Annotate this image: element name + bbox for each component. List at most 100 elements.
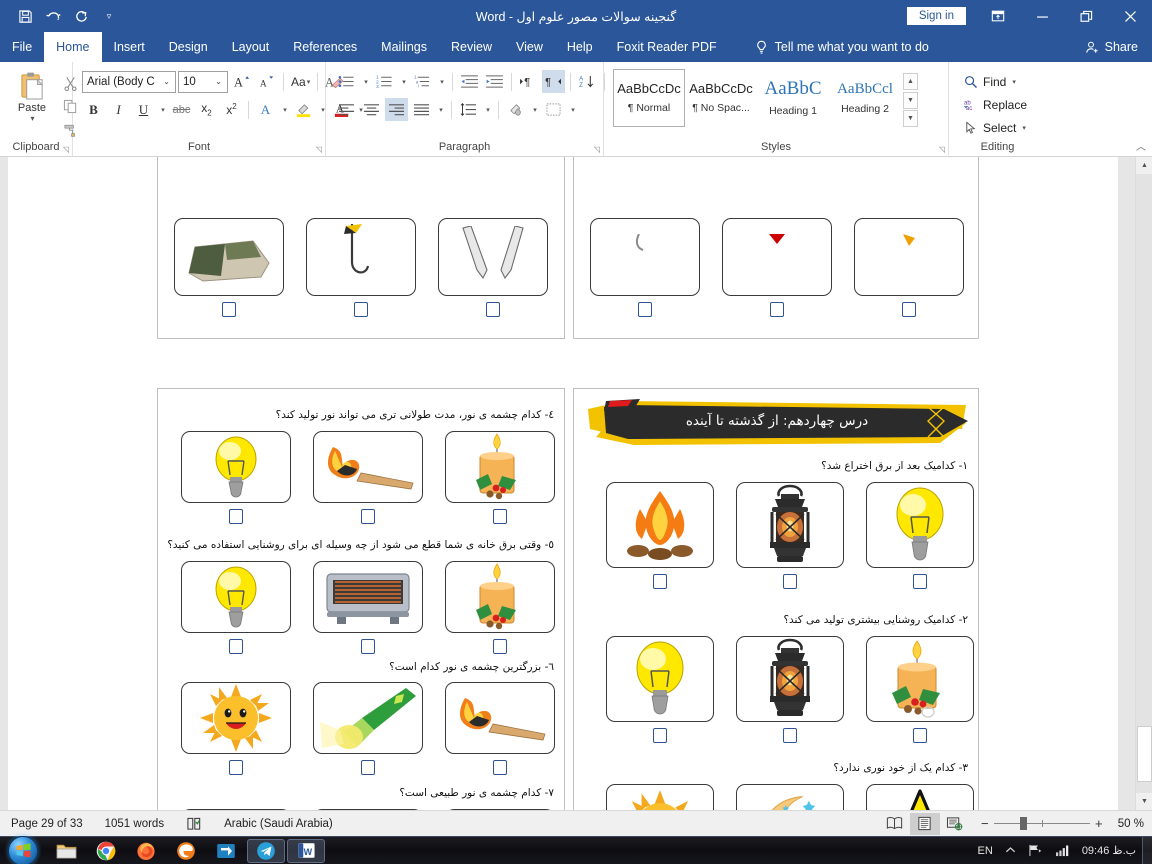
zoom-level-label[interactable]: 50 % [1114, 818, 1152, 830]
line-spacing-icon[interactable] [457, 98, 480, 121]
scrollbar-track[interactable] [1136, 174, 1152, 793]
share-button[interactable]: Share [1071, 32, 1152, 62]
bullets-dropdown-icon[interactable]: ▾ [360, 70, 371, 93]
telegram-icon[interactable] [247, 838, 285, 863]
answer-checkbox[interactable] [229, 760, 243, 775]
numbering-icon[interactable]: 123 [373, 70, 396, 93]
idm-icon[interactable] [207, 839, 245, 863]
borders-icon[interactable] [542, 98, 565, 121]
borders-dropdown-icon[interactable]: ▾ [567, 98, 578, 121]
tab-file[interactable]: File [0, 32, 44, 62]
align-center-icon[interactable] [360, 98, 383, 121]
answer-checkbox[interactable] [222, 302, 236, 317]
answer-checkbox[interactable] [229, 639, 243, 654]
scrollbar-thumb[interactable] [1137, 726, 1152, 782]
paste-button[interactable]: Paste ▾ [9, 69, 55, 139]
tab-design[interactable]: Design [157, 32, 220, 62]
bold-button[interactable]: B [82, 98, 105, 121]
page-indicator[interactable]: Page 29 of 33 [0, 811, 94, 837]
zoom-slider[interactable]: − + [976, 816, 1108, 831]
find-dropdown-icon[interactable]: ▾ [1012, 78, 1016, 86]
select-button[interactable]: Select ▾ [962, 117, 1033, 138]
firefox-icon[interactable] [127, 839, 165, 863]
replace-button[interactable]: ab ac Replace [962, 94, 1033, 115]
word-icon[interactable]: W [287, 838, 325, 863]
shrink-font-icon[interactable]: A [255, 70, 278, 93]
answer-checkbox[interactable] [361, 760, 375, 775]
tab-references[interactable]: References [281, 32, 369, 62]
decrease-indent-icon[interactable] [458, 70, 481, 93]
tab-home[interactable]: Home [44, 32, 102, 62]
numbering-dropdown-icon[interactable]: ▾ [398, 70, 409, 93]
style-heading-1[interactable]: AaBbC Heading 1 [757, 69, 829, 127]
answer-checkbox[interactable] [354, 302, 368, 317]
zoom-track[interactable] [993, 817, 1090, 830]
styles-dialog-launcher[interactable]: ◹ [939, 145, 945, 154]
font-size-input[interactable]: 10 ⌄ [178, 70, 228, 93]
answer-checkbox[interactable] [913, 574, 927, 589]
tab-help[interactable]: Help [555, 32, 605, 62]
align-left-icon[interactable] [335, 98, 358, 121]
font-dialog-launcher[interactable]: ◹ [316, 145, 322, 154]
clipboard-dialog-launcher[interactable]: ◹ [63, 145, 69, 154]
text-highlight-color-icon[interactable] [292, 98, 315, 121]
ltr-text-direction-icon[interactable]: ¶ [517, 70, 540, 93]
scroll-down-button[interactable]: ▼ [1136, 793, 1152, 810]
style-normal[interactable]: AaBbCcDc ¶ Normal [613, 69, 685, 127]
line-spacing-dropdown-icon[interactable]: ▾ [482, 98, 493, 121]
customize-qat-icon[interactable]: ▿ [96, 4, 122, 28]
answer-checkbox[interactable] [783, 574, 797, 589]
style-heading-2[interactable]: AaBbCcl Heading 2 [829, 69, 901, 127]
language-indicator[interactable]: Arabic (Saudi Arabia) [213, 811, 344, 837]
show-desktop-button[interactable] [1142, 836, 1152, 864]
styles-scroll-up-icon[interactable]: ▲ [903, 73, 918, 90]
chevron-down-icon[interactable]: ⌄ [160, 77, 173, 86]
answer-checkbox[interactable] [913, 728, 927, 743]
web-layout-button[interactable] [940, 813, 970, 835]
answer-checkbox[interactable] [902, 302, 916, 317]
subscript-button[interactable]: x2 [195, 98, 218, 121]
tab-review[interactable]: Review [439, 32, 504, 62]
restore-button[interactable] [1064, 0, 1108, 32]
find-button[interactable]: Find ▾ [962, 71, 1033, 92]
chevron-down-icon[interactable]: ⌄ [212, 77, 225, 86]
change-case-icon[interactable]: Aa ▾ [289, 70, 312, 93]
sign-in-button[interactable]: Sign in [906, 7, 966, 25]
justify-dropdown-icon[interactable]: ▾ [435, 98, 446, 121]
answer-checkbox[interactable] [783, 728, 797, 743]
answer-checkbox[interactable] [361, 639, 375, 654]
answer-checkbox[interactable] [653, 574, 667, 589]
justify-icon[interactable] [410, 98, 433, 121]
zoom-in-button[interactable]: + [1090, 816, 1108, 831]
edge-icon[interactable] [167, 839, 205, 863]
zoom-out-button[interactable]: − [976, 816, 994, 831]
increase-indent-icon[interactable] [483, 70, 506, 93]
answer-checkbox[interactable] [770, 302, 784, 317]
bullets-icon[interactable] [335, 70, 358, 93]
print-layout-button[interactable] [909, 812, 940, 835]
underline-button[interactable]: U [132, 98, 155, 121]
collapse-ribbon-icon[interactable]: ︿ [1136, 138, 1146, 153]
minimize-button[interactable] [1020, 0, 1064, 32]
word-count[interactable]: 1051 words [94, 811, 175, 837]
tab-view[interactable]: View [504, 32, 555, 62]
proofing-errors-icon[interactable] [175, 811, 213, 837]
clock[interactable]: 09:46 ب.ظ [1076, 837, 1142, 864]
volume-icon[interactable] [1049, 837, 1076, 864]
tab-layout[interactable]: Layout [220, 32, 282, 62]
styles-scroll-down-icon[interactable]: ▼ [903, 91, 918, 109]
answer-checkbox[interactable] [493, 639, 507, 654]
save-icon[interactable] [12, 4, 38, 28]
answer-checkbox[interactable] [229, 509, 243, 524]
ribbon-display-options-button[interactable] [976, 0, 1020, 32]
underline-dropdown-icon[interactable]: ▾ [157, 98, 168, 121]
strikethrough-button[interactable]: abc [170, 98, 193, 121]
answer-checkbox[interactable] [638, 302, 652, 317]
show-hidden-icons-icon[interactable] [999, 837, 1022, 864]
close-button[interactable] [1108, 0, 1152, 32]
answer-checkbox[interactable] [493, 509, 507, 524]
sort-icon[interactable]: AZ [576, 70, 599, 93]
file-explorer-icon[interactable] [47, 839, 85, 863]
align-right-icon[interactable] [385, 98, 408, 121]
grow-font-icon[interactable]: A [230, 70, 253, 93]
